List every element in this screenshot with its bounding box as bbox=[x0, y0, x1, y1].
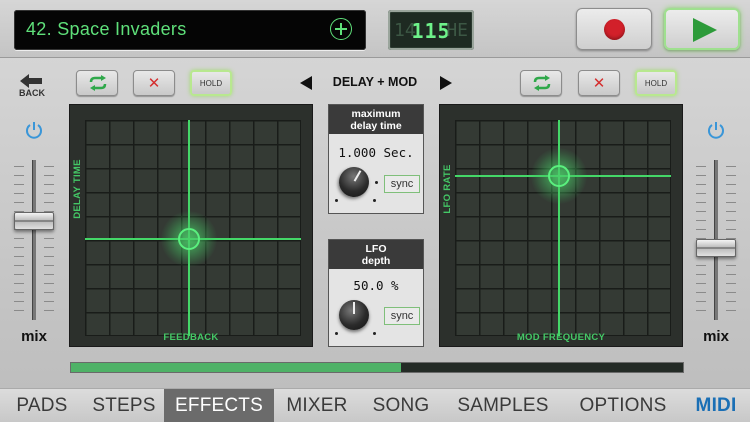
add-song-icon[interactable] bbox=[330, 18, 352, 40]
previous-effect-arrow-icon[interactable] bbox=[300, 76, 312, 90]
right-mix-slider[interactable]: mix bbox=[694, 116, 738, 346]
slider-track bbox=[32, 160, 36, 320]
lfo-depth-value: 50.0 % bbox=[353, 278, 399, 293]
progress-fill bbox=[71, 363, 402, 372]
record-button[interactable] bbox=[576, 8, 652, 50]
tempo-display[interactable]: 14 115 HE bbox=[388, 10, 474, 50]
knob-tick-dot bbox=[375, 181, 378, 184]
clear-icon: ✕ bbox=[147, 75, 161, 92]
back-button[interactable]: BACK bbox=[12, 72, 52, 102]
knob-min-dot bbox=[335, 332, 338, 335]
knob-pointer bbox=[353, 170, 362, 182]
slider-ticks bbox=[44, 166, 54, 316]
tab-options[interactable]: OPTIONS bbox=[564, 389, 682, 422]
slider-thumb[interactable] bbox=[696, 239, 736, 257]
pad-y-label: LFO RATE bbox=[442, 164, 453, 214]
pattern-progress-bar bbox=[70, 362, 684, 373]
left-xy-pad[interactable]: DELAY TIME FEEDBACK bbox=[69, 104, 313, 347]
power-icon[interactable] bbox=[706, 120, 726, 140]
loop-icon bbox=[533, 75, 551, 91]
left-pad-clear-button[interactable]: ✕ bbox=[133, 70, 175, 96]
pad-y-label: DELAY TIME bbox=[72, 159, 83, 219]
record-icon bbox=[604, 19, 625, 40]
pad-cursor[interactable] bbox=[547, 165, 570, 188]
clear-icon: ✕ bbox=[592, 75, 606, 92]
left-mix-slider[interactable]: mix bbox=[12, 116, 56, 346]
mix-label: mix bbox=[21, 328, 47, 345]
pad-cursor[interactable] bbox=[177, 227, 200, 250]
right-pad-clear-button[interactable]: ✕ bbox=[578, 70, 620, 96]
delay-title-line1: maximum bbox=[351, 108, 401, 120]
knob-max-dot bbox=[373, 199, 376, 202]
hold-label: HOLD bbox=[644, 79, 668, 88]
left-pad-loop-button[interactable] bbox=[76, 70, 118, 96]
tempo-ghost-right: HE bbox=[446, 20, 468, 41]
slider-thumb[interactable] bbox=[14, 211, 54, 230]
pad-x-label: FEEDBACK bbox=[163, 332, 219, 343]
knob-max-dot bbox=[373, 332, 376, 335]
right-pad-loop-button[interactable] bbox=[520, 70, 562, 96]
left-pad-hold-button[interactable]: HOLD bbox=[190, 70, 232, 96]
delay-title-line2: delay time bbox=[350, 120, 402, 132]
song-title: 42. Space Invaders bbox=[26, 19, 187, 39]
back-arrow-icon bbox=[20, 74, 42, 88]
tab-pads[interactable]: PADS bbox=[0, 389, 84, 422]
lfo-title-line1: LFO bbox=[365, 243, 387, 255]
right-xy-pad[interactable]: LFO RATE MOD FREQUENCY bbox=[439, 104, 683, 347]
lfo-depth-header: LFO depth bbox=[329, 240, 423, 269]
song-selector[interactable]: 42. Space Invaders bbox=[14, 10, 366, 50]
next-effect-arrow-icon[interactable] bbox=[440, 76, 452, 90]
delay-time-value: 1.000 Sec. bbox=[338, 145, 414, 160]
delay-sync-button[interactable]: sync bbox=[384, 175, 420, 193]
mix-label: mix bbox=[703, 328, 729, 345]
lfo-title-line2: depth bbox=[361, 255, 391, 267]
knob-min-dot bbox=[335, 199, 338, 202]
tab-mixer[interactable]: MIXER bbox=[274, 389, 360, 422]
delay-time-panel: maximum delay time 1.000 Sec. sync bbox=[328, 104, 424, 214]
lfo-sync-button[interactable]: sync bbox=[384, 307, 420, 325]
slider-ticks bbox=[14, 166, 24, 316]
knob-pointer bbox=[353, 302, 355, 314]
lfo-depth-knob[interactable] bbox=[339, 300, 369, 330]
effect-name: DELAY + MOD bbox=[332, 75, 418, 89]
right-pad-hold-button[interactable]: HOLD bbox=[635, 70, 677, 96]
back-label: BACK bbox=[19, 88, 45, 98]
tab-effects[interactable]: EFFECTS bbox=[164, 389, 274, 422]
tab-midi[interactable]: MIDI bbox=[682, 389, 750, 422]
power-icon[interactable] bbox=[24, 120, 44, 140]
play-button[interactable] bbox=[664, 8, 740, 50]
top-bar: 42. Space Invaders 14 115 HE bbox=[0, 0, 750, 58]
delay-time-knob[interactable] bbox=[333, 161, 375, 203]
loop-icon bbox=[89, 75, 107, 91]
pad-x-label: MOD FREQUENCY bbox=[516, 332, 606, 343]
lfo-depth-panel: LFO depth 50.0 % sync bbox=[328, 239, 424, 347]
tab-steps[interactable]: STEPS bbox=[84, 389, 164, 422]
tab-samples[interactable]: SAMPLES bbox=[442, 389, 564, 422]
tab-song[interactable]: SONG bbox=[360, 389, 442, 422]
delay-time-header: maximum delay time bbox=[329, 105, 423, 134]
play-icon bbox=[693, 18, 717, 42]
bottom-tab-bar: PADS STEPS EFFECTS MIXER SONG SAMPLES OP… bbox=[0, 388, 750, 422]
hold-label: HOLD bbox=[199, 79, 223, 88]
